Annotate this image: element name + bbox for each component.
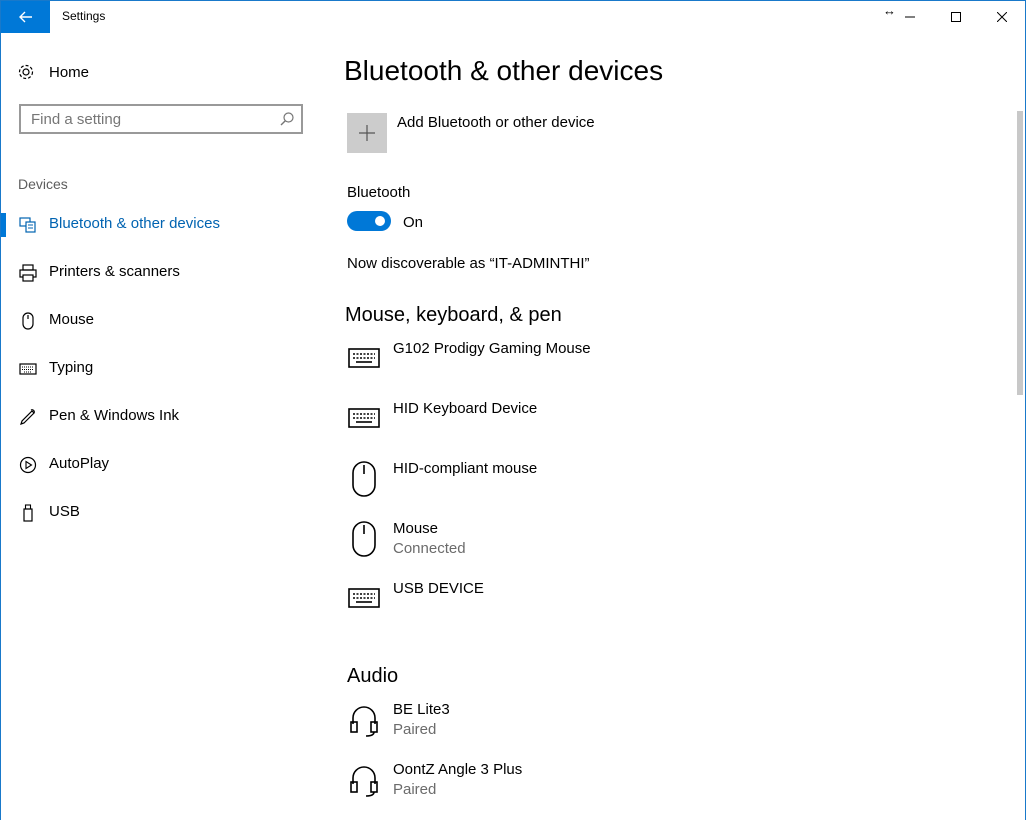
device-status: Connected [393, 540, 466, 557]
gear-icon [18, 64, 34, 80]
devices-section-label: Devices [18, 176, 68, 192]
bluetooth-label: Bluetooth [347, 184, 411, 201]
device-name: Mouse [393, 520, 439, 537]
sidebar-item-label: Mouse [49, 311, 95, 328]
window-title: Settings [62, 9, 106, 23]
device-status: Paired [393, 781, 437, 798]
keyboard-icon [348, 348, 380, 368]
add-device-tile[interactable] [347, 113, 387, 153]
headset-icon [350, 766, 378, 797]
sidebar-item-bluetooth[interactable]: Bluetooth & other devices [1, 205, 323, 245]
search-input[interactable] [31, 106, 271, 132]
mouse-icon [352, 461, 376, 497]
device-name: G102 Prodigy Gaming Mouse [393, 340, 591, 357]
arrow-left-icon [18, 11, 32, 23]
add-device-label: Add Bluetooth or other device [397, 114, 595, 131]
headset-icon [350, 706, 378, 737]
autoplay-icon [19, 456, 37, 474]
device-name: OontZ Angle 3 Plus [393, 761, 523, 778]
device-name: USB DEVICE [393, 580, 484, 597]
device-name: BE Lite3 [393, 701, 450, 718]
section-title-input-devices: Mouse, keyboard, & pen [345, 304, 562, 326]
discoverable-text: Now discoverable as “IT-ADMINTHI” [347, 255, 590, 272]
device-item[interactable]: OontZ Angle 3 Plus Paired [347, 761, 747, 812]
minimize-icon [905, 16, 915, 18]
device-item[interactable]: HID Keyboard Device [347, 400, 747, 451]
usb-icon [23, 504, 33, 522]
sidebar-item-label: Printers & scanners [49, 263, 180, 280]
mouse-icon [352, 521, 376, 557]
mouse-icon [22, 312, 34, 330]
pen-icon [20, 409, 35, 425]
sidebar-item-label: Typing [49, 359, 94, 376]
bluetooth-toggle[interactable] [347, 211, 391, 231]
device-item[interactable]: G102 Prodigy Gaming Mouse [347, 340, 747, 391]
sidebar-item-typing[interactable]: Typing [1, 349, 323, 389]
device-name: HID-compliant mouse [393, 460, 538, 477]
scrollbar[interactable] [1017, 111, 1023, 395]
printer-icon [19, 264, 37, 282]
minimize-button[interactable] [887, 1, 933, 33]
device-item[interactable]: BE Lite3 Paired [347, 701, 747, 752]
search-icon[interactable] [280, 112, 294, 126]
sidebar-item-mouse[interactable]: Mouse [1, 301, 323, 341]
keyboard-icon [348, 408, 380, 428]
sidebar-item-pen[interactable]: Pen & Windows Ink [1, 397, 323, 437]
maximize-button[interactable] [933, 1, 979, 33]
device-name: HID Keyboard Device [393, 400, 538, 417]
keyboard-icon [19, 363, 37, 375]
section-title-audio: Audio [347, 665, 399, 687]
sidebar-item-label: Bluetooth & other devices [49, 215, 220, 232]
keyboard-icon [348, 588, 380, 608]
plus-icon [359, 125, 375, 141]
close-icon [997, 12, 1007, 22]
sidebar-item-usb[interactable]: USB [1, 493, 323, 533]
sidebar-item-printers[interactable]: Printers & scanners [1, 253, 323, 293]
add-device-button[interactable]: Add Bluetooth or other device [347, 113, 595, 153]
bluetooth-devices-icon [19, 217, 36, 233]
device-item[interactable]: USB DEVICE [347, 580, 747, 631]
maximize-icon [951, 12, 961, 22]
sidebar-item-label: Pen & Windows Ink [49, 407, 180, 424]
main-content: Bluetooth & other devices Add Bluetooth … [331, 33, 1011, 821]
title-bar: Settings ↔ [1, 1, 1025, 33]
back-button[interactable] [1, 1, 50, 33]
bluetooth-state: On [403, 214, 424, 231]
device-item[interactable]: Mouse Connected [347, 520, 747, 571]
device-item[interactable]: HID-compliant mouse [347, 460, 747, 511]
page-title: Bluetooth & other devices [344, 55, 664, 86]
sidebar-item-label: AutoPlay [49, 455, 110, 472]
home-nav-item[interactable]: Home [17, 63, 89, 81]
toggle-knob [375, 216, 385, 226]
sidebar-item-autoplay[interactable]: AutoPlay [1, 445, 323, 485]
search-box[interactable] [19, 104, 303, 134]
settings-window: Settings ↔ Home Devices [0, 0, 1026, 820]
sidebar-item-label: USB [49, 503, 80, 520]
device-status: Paired [393, 721, 437, 738]
sidebar: Home Devices Bluetooth & other devices [1, 33, 323, 821]
home-label: Home [49, 63, 90, 81]
close-button[interactable] [979, 1, 1025, 33]
